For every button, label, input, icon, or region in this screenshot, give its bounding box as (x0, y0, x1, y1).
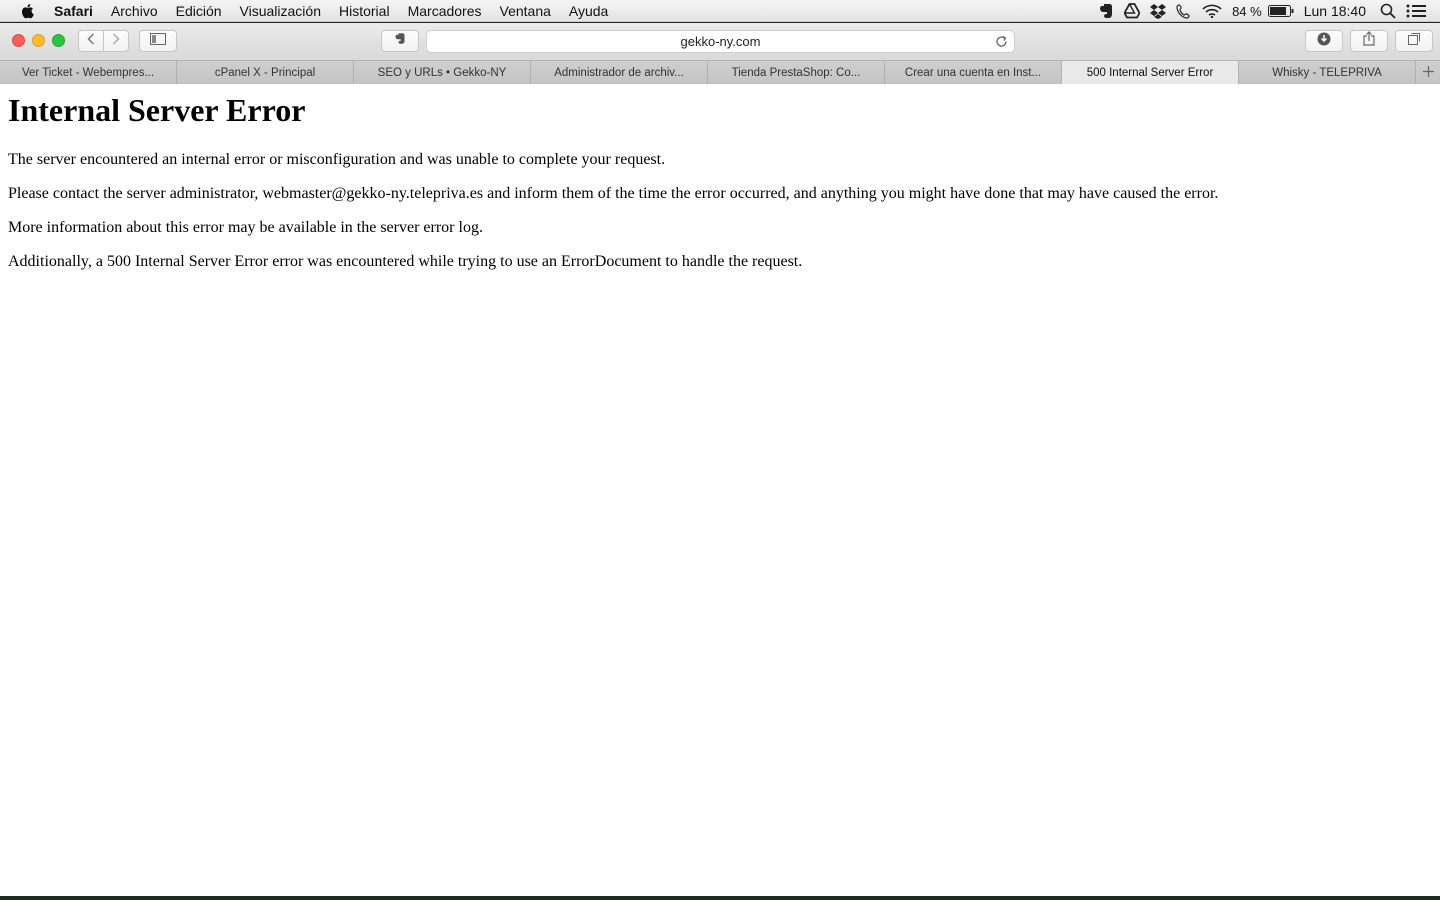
menu-app-name[interactable]: Safari (54, 3, 93, 19)
evernote-icon (394, 32, 406, 50)
menu-ventana[interactable]: Ventana (500, 3, 551, 19)
phone-icon[interactable] (1176, 3, 1192, 19)
browser-toolbar: gekko-ny.com (0, 23, 1440, 60)
downloads-button[interactable] (1305, 30, 1343, 52)
apple-menu-icon[interactable] (20, 3, 38, 19)
window-minimize-button[interactable] (32, 34, 45, 47)
menu-marcadores[interactable]: Marcadores (408, 3, 482, 19)
error-paragraph-3: More information about this error may be… (8, 219, 483, 236)
back-button[interactable] (78, 30, 104, 52)
error-paragraph-2: Please contact the server administrator,… (8, 185, 1219, 202)
menu-ayuda[interactable]: Ayuda (569, 3, 608, 19)
battery-percent: 84 % (1232, 3, 1262, 19)
menu-historial[interactable]: Historial (339, 3, 390, 19)
share-icon (1363, 31, 1375, 51)
google-drive-icon[interactable] (1124, 3, 1141, 19)
status-tray: 84 % Lun 18:40 (1098, 0, 1440, 22)
tab-administrador-archivos[interactable]: Administrador de archiv... (531, 61, 708, 84)
notification-center-icon[interactable] (1406, 3, 1426, 19)
window-fullscreen-button[interactable] (52, 34, 65, 47)
tab-seo-urls[interactable]: SEO y URLs • Gekko-NY (354, 61, 531, 84)
sidebar-toggle-button[interactable] (139, 30, 177, 52)
tab-cpanel[interactable]: cPanel X - Principal (177, 61, 354, 84)
battery-icon[interactable] (1267, 3, 1294, 19)
tab-crear-cuenta[interactable]: Crear una cuenta en Inst... (885, 61, 1062, 84)
show-all-tabs-button[interactable] (1395, 30, 1433, 52)
share-button[interactable] (1350, 30, 1388, 52)
evernote-extension-button[interactable] (381, 30, 419, 52)
error-paragraph-4: Additionally, a 500 Internal Server Erro… (8, 253, 803, 270)
reload-icon[interactable] (994, 34, 1009, 49)
evernote-icon[interactable] (1098, 3, 1114, 19)
menu-archivo[interactable]: Archivo (111, 3, 158, 19)
chevron-left-icon (87, 32, 95, 50)
window-close-button[interactable] (12, 34, 25, 47)
web-page-content: Internal Server Error The server encount… (0, 84, 1440, 896)
error-heading: Internal Server Error (8, 92, 306, 128)
tab-whisky-telepriva[interactable]: Whisky - TELEPRIVA (1239, 61, 1416, 84)
menu-edicion[interactable]: Edición (176, 3, 222, 19)
tab-internal-server-error[interactable]: 500 Internal Server Error (1062, 61, 1239, 84)
tabs-overview-icon (1407, 32, 1421, 50)
tab-bar: Ver Ticket - Webempres... cPanel X - Pri… (0, 60, 1440, 84)
sidebar-icon (150, 32, 166, 50)
error-paragraph-1: The server encountered an internal error… (8, 151, 666, 168)
spotlight-icon[interactable] (1380, 3, 1396, 19)
dropbox-icon[interactable] (1150, 3, 1167, 19)
new-tab-button[interactable] (1416, 61, 1440, 84)
forward-button[interactable] (103, 30, 129, 52)
url-text: gekko-ny.com (680, 34, 761, 49)
wifi-icon[interactable] (1202, 3, 1222, 19)
menu-clock[interactable]: Lun 18:40 (1304, 3, 1366, 19)
download-icon (1317, 32, 1331, 51)
chevron-right-icon (112, 32, 120, 50)
menu-bar: Safari Archivo Edición Visualización His… (0, 0, 1440, 22)
tab-ver-ticket[interactable]: Ver Ticket - Webempres... (0, 61, 177, 84)
plus-icon (1422, 64, 1434, 82)
tab-tienda-prestashop[interactable]: Tienda PrestaShop: Co... (708, 61, 885, 84)
address-bar[interactable]: gekko-ny.com (426, 30, 1015, 53)
menu-visualizacion[interactable]: Visualización (240, 3, 321, 19)
